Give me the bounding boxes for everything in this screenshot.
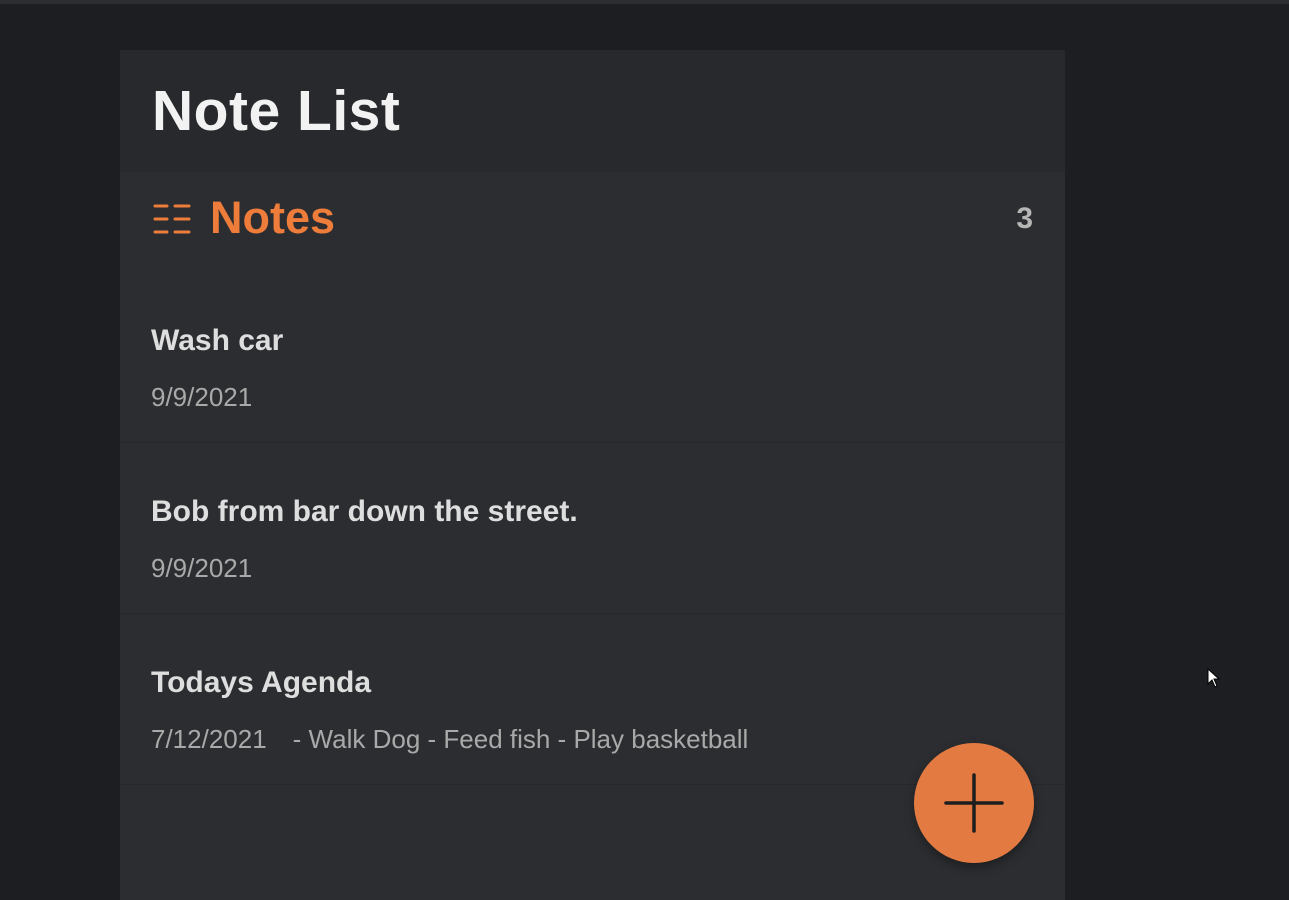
plus-icon	[944, 773, 1004, 833]
app-header: Note List	[120, 50, 1065, 172]
list-icon	[153, 204, 191, 234]
add-note-button[interactable]	[914, 743, 1034, 863]
note-count-badge: 3	[1016, 202, 1033, 235]
note-title: Wash car	[151, 324, 284, 357]
note-date: 9/9/2021	[151, 553, 253, 583]
note-meta: 9/9/2021	[151, 553, 252, 584]
note-date: 9/9/2021	[151, 382, 253, 412]
note-title: Todays Agenda	[151, 666, 372, 699]
window-top-strip	[0, 0, 1289, 4]
note-date: 7/12/2021	[151, 724, 267, 754]
note-title: Bob from bar down the street.	[151, 495, 578, 528]
note-list: Wash car 9/9/2021 Bob from bar down the …	[120, 272, 1065, 785]
mouse-cursor-icon	[1207, 668, 1221, 688]
list-item[interactable]: Todays Agenda 7/12/2021 - Walk Dog - Feed…	[120, 614, 1065, 785]
page-title: Note List	[152, 79, 401, 143]
note-list-app: Note List Notes 3 Wash car 9/9/2021 Bob …	[120, 50, 1065, 900]
note-meta: 9/9/2021	[151, 382, 252, 413]
list-item[interactable]: Bob from bar down the street. 9/9/2021	[120, 443, 1065, 614]
note-meta: 7/12/2021 - Walk Dog - Feed fish - Play b…	[151, 724, 748, 755]
notes-section-header: Notes 3	[120, 172, 1065, 272]
section-title: Notes	[210, 192, 336, 243]
note-preview: - Walk Dog - Feed fish - Play basketball	[292, 724, 749, 754]
list-item[interactable]: Wash car 9/9/2021	[120, 272, 1065, 443]
